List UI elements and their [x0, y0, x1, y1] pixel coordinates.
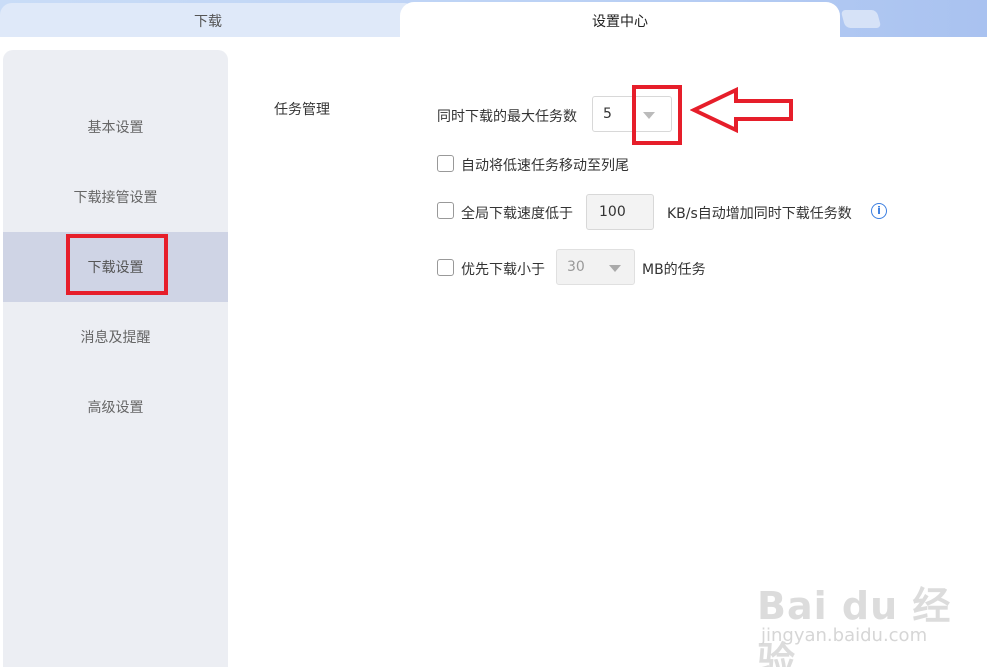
highlight-box-dropdown	[632, 85, 682, 145]
speed-threshold-suffix: KB/s自动增加同时下载任务数	[667, 206, 852, 222]
sidebar-item-label: 消息及提醒	[80, 330, 151, 346]
tab-download-label: 下载	[194, 14, 222, 30]
auto-move-slow-label: 自动将低速任务移动至列尾	[461, 158, 629, 174]
baidu-jingyan-watermark: Bai du 经验 jingyan.baidu.com	[757, 575, 967, 667]
speed-threshold-value: 100	[599, 204, 626, 220]
auto-move-slow-checkbox[interactable]	[437, 155, 454, 172]
sidebar-item-label: 下载接管设置	[73, 190, 158, 206]
new-tab-button[interactable]	[840, 10, 882, 28]
tab-settings-center[interactable]: 设置中心	[400, 2, 840, 37]
arrow-left-icon	[690, 86, 793, 134]
highlight-box-sidebar	[66, 234, 168, 295]
sidebar-item-advanced-settings[interactable]: 高级设置	[3, 372, 228, 442]
sidebar-item-download-takeover[interactable]: 下载接管设置	[3, 162, 228, 232]
prioritize-small-label: 优先下载小于	[461, 262, 545, 278]
sidebar-item-label: 基本设置	[87, 120, 144, 136]
max-tasks-label: 同时下载的最大任务数	[437, 109, 577, 125]
watermark-url: jingyan.baidu.com	[761, 625, 928, 646]
sidebar-item-label: 高级设置	[87, 400, 144, 416]
chevron-down-icon[interactable]	[609, 265, 621, 272]
prioritize-small-value: 30	[567, 259, 585, 275]
sidebar-item-basic-settings[interactable]: 基本设置	[3, 92, 228, 162]
max-tasks-value: 5	[603, 106, 612, 122]
speed-threshold-input[interactable]: 100	[586, 194, 654, 230]
speed-threshold-label: 全局下载速度低于	[461, 206, 573, 222]
tab-settings-center-label: 设置中心	[592, 14, 648, 30]
tab-download[interactable]: 下载	[0, 3, 416, 37]
tab-bar: 下载 设置中心	[0, 0, 987, 37]
sidebar-item-notifications[interactable]: 消息及提醒	[3, 302, 228, 372]
speed-threshold-checkbox[interactable]	[437, 202, 454, 219]
info-icon[interactable]: i	[871, 203, 887, 219]
watermark-brand: Bai du 经验	[757, 584, 952, 667]
prioritize-small-checkbox[interactable]	[437, 259, 454, 276]
prioritize-small-suffix: MB的任务	[642, 262, 706, 278]
prioritize-small-select[interactable]: 30	[556, 249, 635, 285]
settings-sidebar: 基本设置 下载接管设置 下载设置 消息及提醒 高级设置	[3, 50, 228, 667]
section-title-task-management: 任务管理	[274, 102, 330, 118]
